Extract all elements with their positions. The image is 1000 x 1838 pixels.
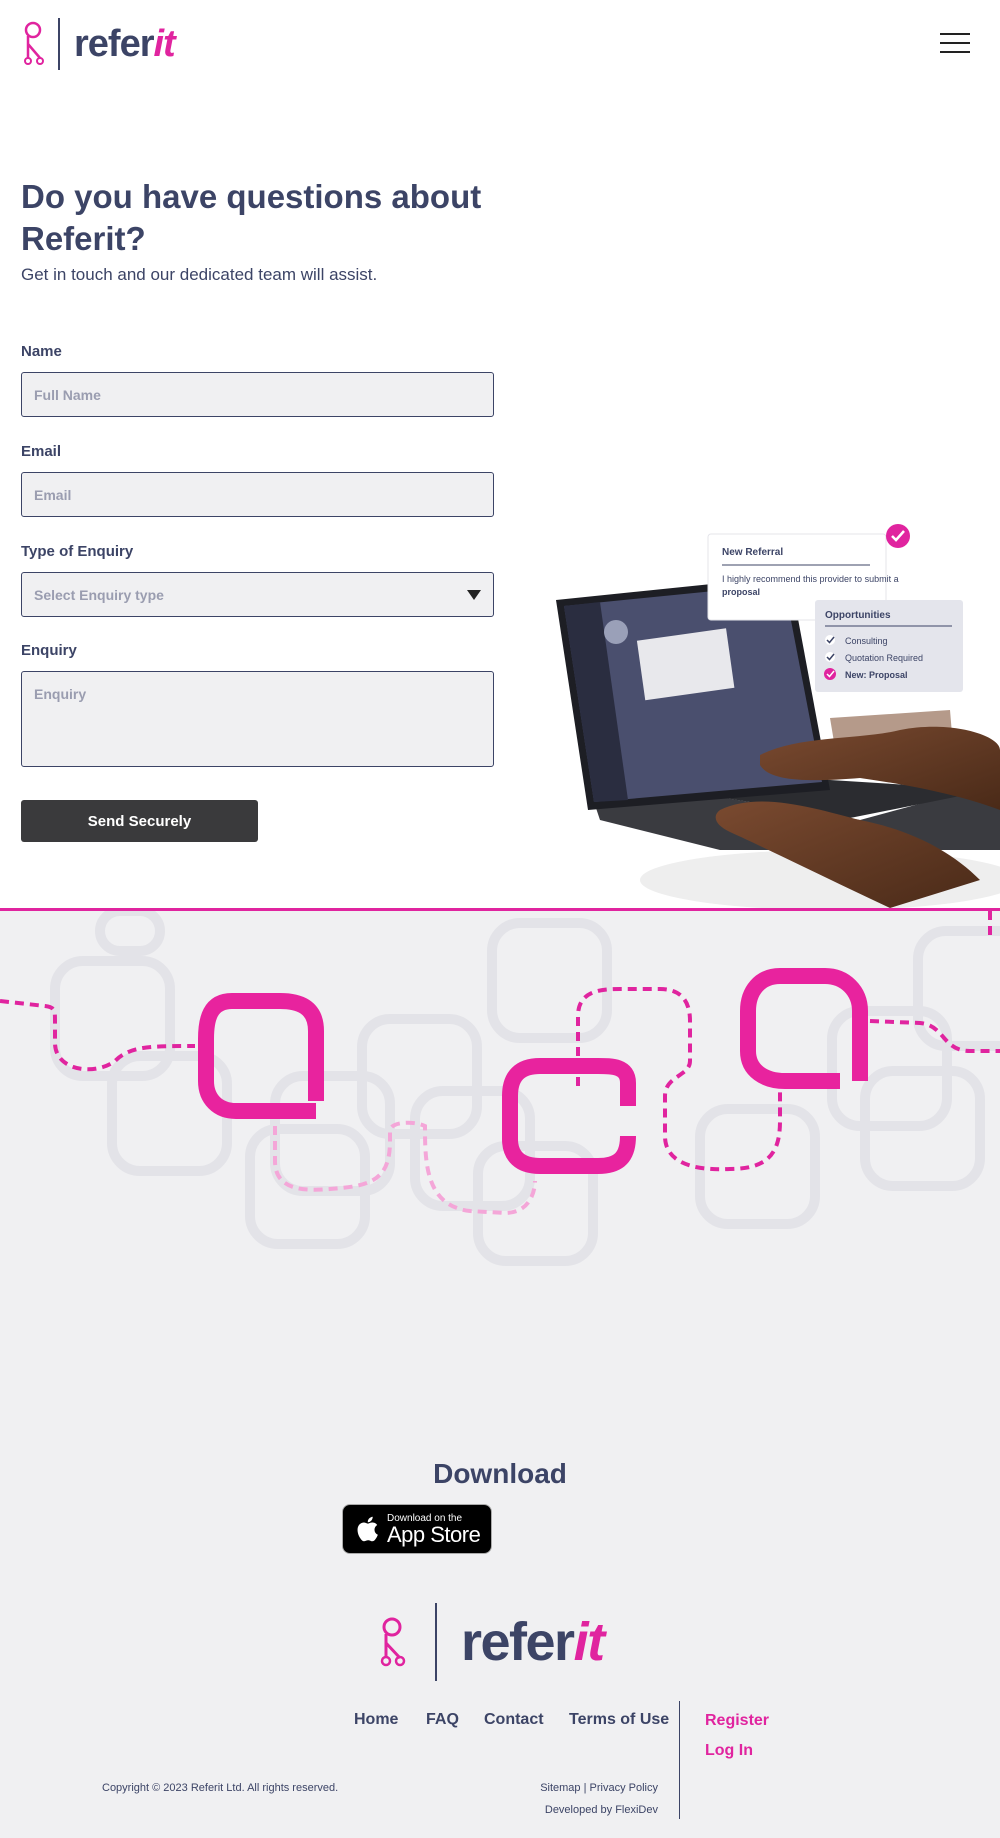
new-referral-bold: proposal xyxy=(722,587,760,597)
footer-nav-terms[interactable]: Terms of Use xyxy=(569,1711,669,1729)
legal-links: Sitemap | Privacy Policy xyxy=(540,1782,658,1794)
opportunity-item-1: Consulting xyxy=(845,636,888,646)
site-footer: Download Download on the App Store refer… xyxy=(0,908,1000,1838)
footer-nav-contact[interactable]: Contact xyxy=(484,1711,544,1729)
apple-icon xyxy=(357,1516,378,1542)
sitemap-link[interactable]: Sitemap xyxy=(540,1782,580,1794)
name-input[interactable] xyxy=(21,372,494,417)
developer-credit: Developed by FlexiDev xyxy=(544,1804,658,1816)
opportunities-title: Opportunities xyxy=(825,610,891,621)
page-title: Do you have questions about Referit? xyxy=(21,178,482,257)
login-link[interactable]: Log In xyxy=(705,1742,753,1760)
send-securely-button[interactable]: Send Securely xyxy=(21,800,258,842)
header-logo[interactable]: referit xyxy=(20,18,176,70)
logo-divider xyxy=(435,1603,437,1681)
footer-nav-home[interactable]: Home xyxy=(354,1711,398,1729)
email-input[interactable] xyxy=(21,472,494,517)
app-store-badge[interactable]: Download on the App Store xyxy=(342,1504,492,1554)
logo-wordmark: referit xyxy=(74,22,176,65)
new-referral-text: I highly recommend this provider to subm… xyxy=(722,574,899,584)
dropdown-arrow-icon xyxy=(467,589,481,600)
enquiry-textarea[interactable] xyxy=(21,671,494,767)
footer-nav-faq[interactable]: FAQ xyxy=(426,1711,459,1729)
register-link[interactable]: Register xyxy=(705,1712,769,1730)
app-store-big-text: App Store xyxy=(387,1521,481,1547)
enquiry-label: Enquiry xyxy=(21,642,77,659)
footer-divider xyxy=(679,1701,680,1819)
enquiry-type-select[interactable]: Select Enquiry type xyxy=(21,572,494,617)
copyright-text: Copyright © 2023 Referit Ltd. All rights… xyxy=(102,1782,339,1794)
referit-logo-icon xyxy=(380,1617,406,1667)
referit-logo-icon xyxy=(24,21,44,65)
page-subtitle: Get in touch and our dedicated team will… xyxy=(21,265,378,284)
email-label: Email xyxy=(21,443,62,460)
hamburger-icon[interactable] xyxy=(940,33,970,57)
footer-logo[interactable]: referit xyxy=(375,1603,605,1681)
download-title: Download xyxy=(433,1458,567,1489)
decorative-pattern xyxy=(0,911,1000,1266)
enquiry-type-value: Select Enquiry type xyxy=(34,586,164,603)
logo-divider xyxy=(58,18,60,70)
opportunity-item-2: Quotation Required xyxy=(845,653,923,663)
logo-wordmark: referit xyxy=(461,1612,605,1672)
opportunity-item-3: New: Proposal xyxy=(845,670,908,680)
laptop-illustration: New Referral I highly recommend this pro… xyxy=(556,524,1000,908)
name-label: Name xyxy=(21,343,62,360)
new-referral-title: New Referral xyxy=(722,547,783,558)
privacy-policy-link[interactable]: Privacy Policy xyxy=(590,1782,658,1794)
enquiry-type-label: Type of Enquiry xyxy=(21,543,134,560)
